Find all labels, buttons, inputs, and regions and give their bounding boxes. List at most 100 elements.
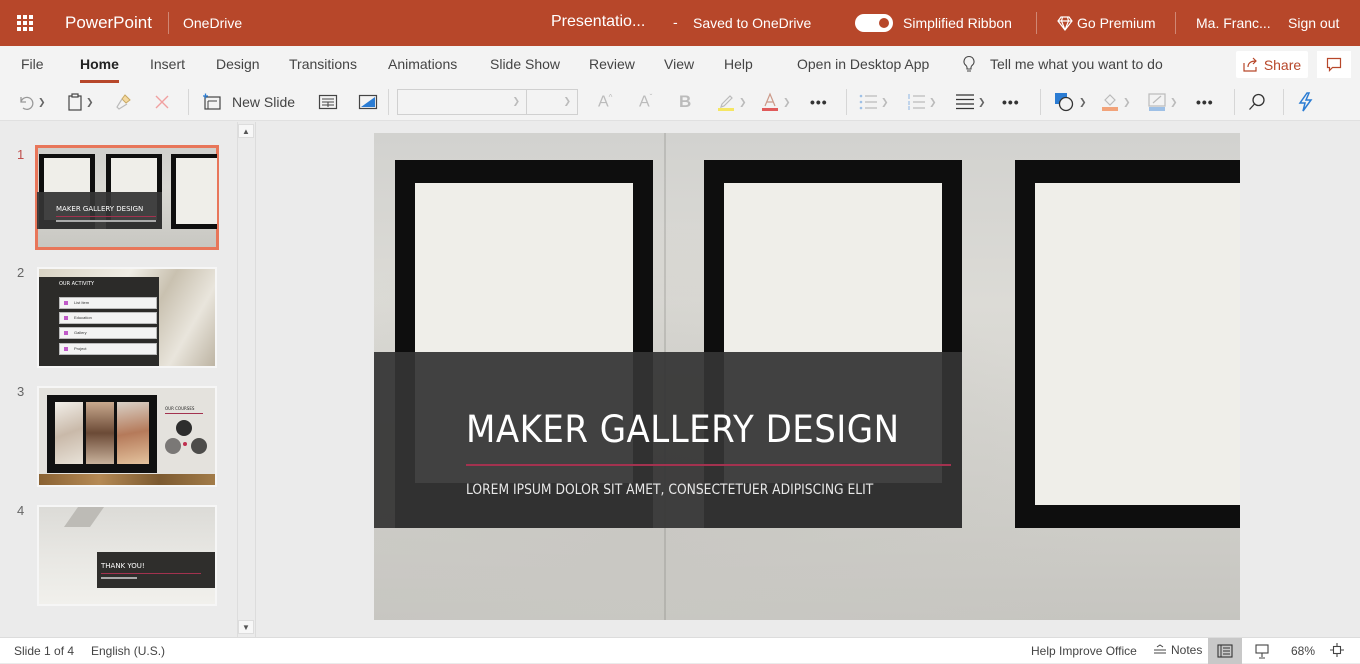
chevron-down-icon: ❯	[783, 96, 791, 107]
shape-outline-icon	[1147, 92, 1167, 112]
slide-show-view-button[interactable]	[1255, 643, 1269, 659]
thumbnail-title: OUR COURSES	[165, 406, 195, 411]
document-title[interactable]: Presentatio...	[551, 13, 645, 31]
tab-home[interactable]: Home	[80, 56, 119, 83]
status-bar: Slide 1 of 4 English (U.S.) Help Improve…	[0, 637, 1360, 664]
tab-file[interactable]: File	[21, 56, 44, 72]
tell-me-search[interactable]: Tell me what you want to do	[962, 55, 1163, 73]
lightning-icon	[1297, 92, 1313, 112]
tab-review[interactable]: Review	[589, 56, 635, 72]
slide-title[interactable]: MAKER GALLERY DESIGN	[466, 408, 900, 451]
title-separator: -	[673, 14, 678, 30]
slide-thumbnail-2[interactable]: OUR ACTIVITY List Item Education Gallery…	[37, 267, 217, 368]
layout-button[interactable]	[318, 89, 338, 115]
bold-button[interactable]: B	[679, 89, 691, 115]
tab-animations[interactable]: Animations	[388, 56, 457, 72]
user-name[interactable]: Ma. Franc...	[1196, 15, 1271, 31]
tab-transitions[interactable]: Transitions	[289, 56, 357, 72]
picture-frame	[1015, 160, 1240, 528]
scroll-down-button[interactable]: ▼	[238, 620, 254, 634]
go-premium-button[interactable]: Go Premium	[1057, 15, 1156, 31]
new-slide-button[interactable]: New Slide	[202, 89, 295, 115]
divider	[168, 12, 169, 34]
slide-thumbnail-4[interactable]: THANK YOU!	[37, 505, 217, 606]
numbering-button[interactable]: ❯	[906, 89, 937, 115]
more-drawing-options-button[interactable]: •••	[1196, 89, 1214, 115]
list-item: List Item	[74, 300, 90, 305]
tab-slide-show[interactable]: Slide Show	[490, 56, 560, 72]
simplified-ribbon-toggle[interactable]	[855, 14, 893, 32]
comments-button[interactable]	[1317, 51, 1351, 78]
thumbnail-title: THANK YOU!	[101, 562, 145, 570]
increase-font-size-icon: A^	[598, 92, 613, 111]
more-options-icon: •••	[1196, 94, 1214, 110]
font-name-dropdown[interactable]: ❯	[397, 89, 527, 115]
accent-rule	[56, 216, 156, 217]
paste-button[interactable]: ❯	[67, 89, 94, 115]
normal-view-button[interactable]	[1208, 638, 1242, 664]
thumbnail-subtitle-line	[56, 220, 156, 222]
presenter-icon	[1255, 643, 1269, 659]
tab-design[interactable]: Design	[216, 56, 260, 72]
bold-icon: B	[679, 92, 692, 111]
open-in-desktop-app[interactable]: Open in Desktop App	[797, 56, 929, 72]
highlight-button[interactable]: ❯	[716, 89, 747, 115]
align-button[interactable]: ❯	[955, 89, 986, 115]
layout-icon	[318, 94, 338, 110]
shapes-button[interactable]: ❯	[1054, 89, 1087, 115]
list-item: Gallery	[74, 330, 87, 335]
more-paragraph-options-button[interactable]: •••	[1002, 89, 1020, 115]
bullets-button[interactable]: ❯	[858, 89, 889, 115]
new-slide-icon	[202, 93, 222, 111]
slide-thumbnail-1[interactable]: MAKER GALLERY DESIGN	[35, 145, 219, 250]
more-font-options-button[interactable]: •••	[810, 89, 828, 115]
decrease-font-size-button[interactable]: Aˇ	[639, 89, 652, 115]
chevron-down-icon: ❯	[38, 96, 46, 107]
app-name[interactable]: PowerPoint	[65, 13, 152, 33]
delete-button[interactable]	[154, 89, 170, 115]
undo-button[interactable]: ❯	[17, 89, 46, 115]
chevron-down-icon: ❯	[881, 96, 889, 107]
shape-outline-button[interactable]: ❯	[1147, 89, 1178, 115]
list-item: Education	[74, 315, 92, 320]
numbering-icon	[906, 93, 926, 111]
thumbnail-title: MAKER GALLERY DESIGN	[56, 205, 144, 213]
language[interactable]: English (U.S.)	[91, 644, 165, 658]
designer-button[interactable]	[1297, 89, 1313, 115]
tab-insert[interactable]: Insert	[150, 56, 185, 72]
divider	[188, 89, 189, 115]
increase-font-size-button[interactable]: A^	[598, 89, 612, 115]
save-status: Saved to OneDrive	[693, 15, 812, 31]
find-button[interactable]	[1248, 89, 1266, 115]
slide-thumbnail-3[interactable]: OUR COURSES	[37, 386, 217, 487]
clipboard-icon	[67, 93, 83, 111]
font-size-dropdown[interactable]: ❯	[526, 89, 578, 115]
notes-button[interactable]: Notes	[1153, 643, 1202, 657]
format-painter-icon	[114, 93, 132, 111]
chevron-down-icon: ❯	[929, 96, 937, 107]
slide-number: 2	[17, 265, 25, 280]
tab-view[interactable]: View	[664, 56, 694, 72]
format-painter-button[interactable]	[114, 89, 132, 115]
go-premium-label: Go Premium	[1077, 15, 1156, 31]
format-background-button[interactable]	[358, 89, 378, 115]
slide-thumbnails-pane: 1 MAKER GALLERY DESIGN 2 OUR ACTIVITY Li…	[0, 122, 256, 637]
share-button[interactable]: Share	[1236, 51, 1308, 78]
font-color-button[interactable]: ❯	[760, 89, 791, 115]
help-improve-office[interactable]: Help Improve Office	[1031, 644, 1137, 658]
current-slide[interactable]: MAKER GALLERY DESIGN LOREM IPSUM DOLOR S…	[374, 133, 1240, 620]
thumbnails-scrollbar[interactable]	[237, 122, 255, 637]
slide-number: 4	[17, 503, 25, 518]
tab-help[interactable]: Help	[724, 56, 753, 72]
waffle-grid-icon[interactable]	[17, 15, 33, 31]
fit-to-window-button[interactable]	[1330, 643, 1344, 657]
slide-subtitle[interactable]: LOREM IPSUM DOLOR SIT AMET, CONSECTETUER…	[466, 482, 873, 498]
scroll-up-button[interactable]: ▲	[238, 124, 254, 138]
zoom-level[interactable]: 68%	[1291, 644, 1315, 658]
fit-to-window-icon	[1330, 643, 1344, 657]
divider	[1036, 12, 1037, 34]
sign-out-link[interactable]: Sign out	[1288, 15, 1339, 31]
shape-fill-button[interactable]: ❯	[1100, 89, 1131, 115]
slide-position: Slide 1 of 4	[14, 644, 75, 658]
onedrive-link[interactable]: OneDrive	[183, 15, 242, 31]
